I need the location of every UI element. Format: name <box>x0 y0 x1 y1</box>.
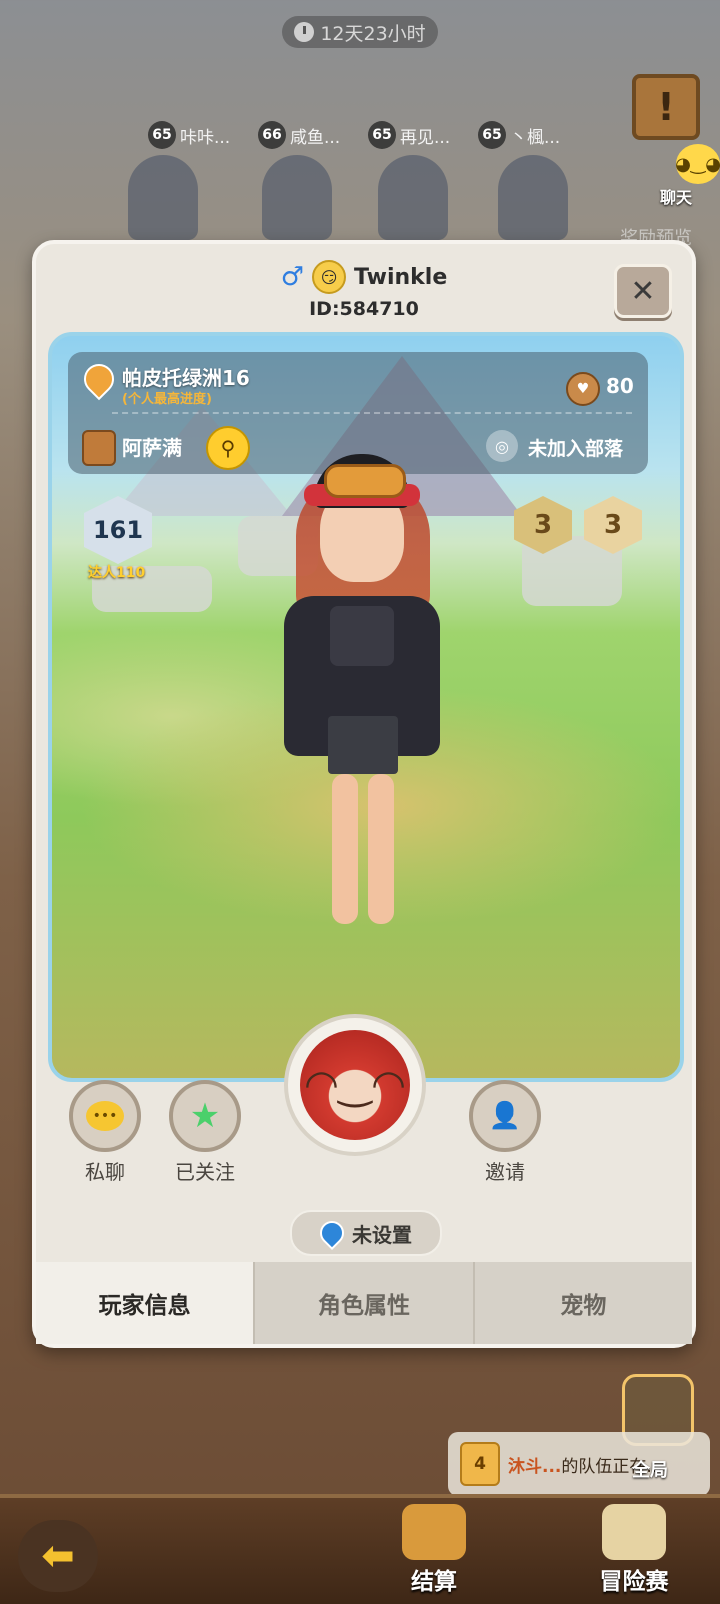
level-title: 达人110 <box>88 565 146 581</box>
follow-label: 已关注 <box>175 1160 235 1184</box>
tribe-status: 未加入部落 <box>528 438 624 460</box>
top-player-3[interactable]: 65 再见... <box>368 120 450 150</box>
divider <box>112 412 632 414</box>
star-icon: ★ <box>189 1096 221 1136</box>
bg-character <box>128 155 198 240</box>
top-player-2[interactable]: 66 咸鱼... <box>258 120 340 150</box>
job-class-name: 阿萨满 <box>122 436 182 460</box>
character-leg <box>332 774 358 924</box>
location-pin-icon <box>315 1216 349 1250</box>
profile-tabs: 玩家信息 角色属性 宠物 <box>36 1262 692 1344</box>
team-notice[interactable]: 4 沐斗...的队伍正在... <box>448 1432 710 1496</box>
timer-text: 12天23小时 <box>320 22 426 45</box>
back-arrow-icon[interactable]: ⬅ <box>18 1520 98 1592</box>
player-level: 65 <box>478 121 506 149</box>
player-name: 丶楓... <box>510 127 561 148</box>
male-icon: ♂ <box>280 262 305 292</box>
bg-character <box>262 155 332 240</box>
player-name: 咸鱼... <box>290 127 341 148</box>
badge-label: 3 <box>533 510 553 540</box>
chat-label[interactable]: 聊天 <box>660 184 692 208</box>
profile-header: ♂ 😏 Twinkle ID:584710 <box>36 260 692 320</box>
map-compass-icon <box>602 1504 666 1560</box>
location-pin-icon <box>77 357 121 401</box>
player-level: 65 <box>148 121 176 149</box>
avatar[interactable]: ◠‿◠ <box>284 1014 426 1156</box>
close-button[interactable]: ✕ <box>614 264 672 318</box>
tribe-icon: ◎ <box>486 430 518 462</box>
badge-label: 3 <box>603 510 623 540</box>
team-count: 4 <box>460 1442 500 1486</box>
character-leg <box>368 774 394 924</box>
global-label[interactable]: 全局 <box>632 1456 668 1482</box>
location-setting-button[interactable]: 未设置 <box>290 1210 442 1256</box>
team-leader-name: 沐斗... <box>508 1456 562 1477</box>
private-chat-button[interactable]: ••• 私聊 <box>60 1080 150 1185</box>
character-scene: 帕皮托绿洲16 (个人最高进度) ♥ 80 阿萨满 ⚲ ◎ 未加入部落 161 … <box>48 332 684 1082</box>
top-player-4[interactable]: 65 丶楓... <box>478 120 560 150</box>
character-shorts <box>328 716 398 774</box>
location-name: 帕皮托绿洲16 <box>122 366 250 390</box>
player-name: 咔咔... <box>180 127 231 148</box>
tab-pets[interactable]: 宠物 <box>472 1262 692 1344</box>
private-chat-label: 私聊 <box>85 1160 125 1184</box>
invite-label: 邀请 <box>485 1160 525 1184</box>
follow-button[interactable]: ★ 已关注 <box>160 1080 250 1185</box>
treasure-chest-icon <box>402 1504 466 1560</box>
player-level: 65 <box>368 121 396 149</box>
invite-user-icon: 👤 <box>488 1101 522 1131</box>
location-setting-label: 未设置 <box>352 1222 412 1247</box>
character-goggles <box>324 464 406 498</box>
player-id: ID:584710 <box>309 298 419 320</box>
event-timer: 12天23小时 <box>282 16 438 48</box>
adventure-race-label: 冒险赛 <box>599 1569 669 1595</box>
player-level: 66 <box>258 121 286 149</box>
chat-icon: ••• <box>86 1101 124 1131</box>
fans-icon: ♥ <box>566 372 600 406</box>
avatar-portrait: ◠‿◠ <box>300 1030 410 1140</box>
settle-label: 结算 <box>411 1569 457 1595</box>
player-profile-panel: ♂ 😏 Twinkle ID:584710 ✕ 帕皮托绿洲16 (个人最高进度)… <box>32 240 696 1348</box>
invite-button[interactable]: 👤 邀请 <box>460 1080 550 1185</box>
emoji-avatar-icon: 😏 <box>312 260 347 294</box>
clock-icon <box>294 22 315 42</box>
top-player-1[interactable]: 65 咔咔... <box>148 120 230 150</box>
player-name: 再见... <box>400 127 451 148</box>
player-name: Twinkle <box>354 264 448 290</box>
fans-count: 80 <box>606 374 634 398</box>
location-subtitle: (个人最高进度) <box>122 392 212 407</box>
search-icon[interactable]: ⚲ <box>206 426 250 470</box>
level-value: 161 <box>92 516 144 544</box>
chat-emoji-icon[interactable]: ◕‿◕ <box>675 144 720 184</box>
notice-board-button[interactable]: ! <box>632 74 700 140</box>
tab-character-attributes[interactable]: 角色属性 <box>253 1262 473 1344</box>
settle-button[interactable]: 结算 <box>374 1504 494 1596</box>
adventure-race-button[interactable]: 冒险赛 <box>574 1504 694 1596</box>
tab-player-info[interactable]: 玩家信息 <box>36 1262 254 1344</box>
bg-character <box>498 155 568 240</box>
character-top <box>330 606 394 666</box>
bottom-bar: ⬅ 结算 冒险赛 <box>0 1494 720 1604</box>
job-class-icon <box>82 430 116 466</box>
bg-character <box>378 155 448 240</box>
